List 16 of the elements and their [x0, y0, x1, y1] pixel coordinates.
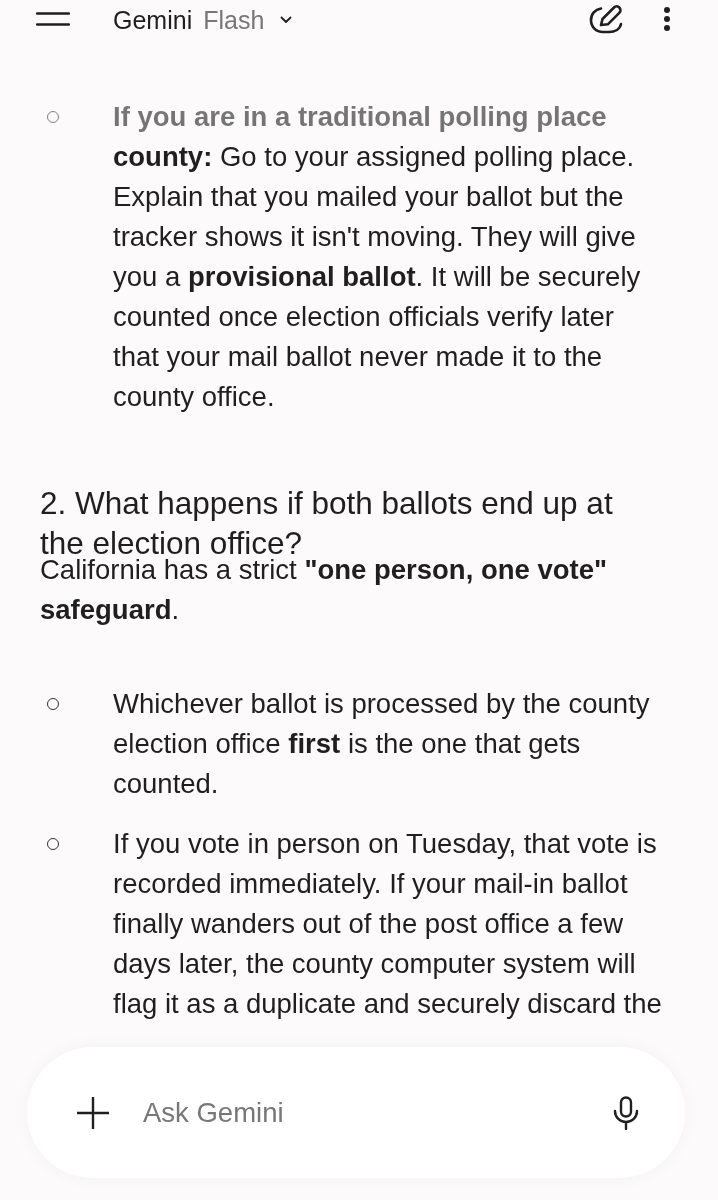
bullet-text: If you vote in person on Tuesday, that vote is recorded immediately. If your mail-in ballot finally wanders out of the post office a few days later, the county computer system will flag it as a duplicate and securely discard the	[113, 827, 663, 1021]
message-input[interactable]: Ask Gemini	[143, 1090, 611, 1135]
bullet-text: Whichever ballot is processed by the county election office first is the one that gets counted.	[113, 687, 651, 801]
more-vert-icon	[663, 6, 671, 32]
model-selector[interactable]: Gemini Flash	[113, 3, 293, 37]
menu-icon	[36, 12, 70, 26]
add-button[interactable]	[75, 1094, 111, 1131]
bullet-text: If you are in a traditional polling place county: Go to your assigned polling place. Explain that you mailed your ballot but the tracker shows it isn't moving. They will give you a provisional ballot. It will be securely counted once election officials verify later that your mail ballot never made it to the county office.	[113, 100, 642, 414]
new-chat-button[interactable]	[588, 4, 624, 36]
pencil-icon	[589, 4, 623, 34]
chevron-down-icon	[280, 16, 293, 24]
paragraph-text: California has a strict "one person, one vote" safeguard.	[40, 554, 609, 627]
plus-icon	[76, 1095, 110, 1130]
more-options-button[interactable]	[662, 6, 672, 32]
microphone-button[interactable]	[611, 1094, 641, 1131]
microphone-icon	[613, 1095, 639, 1130]
